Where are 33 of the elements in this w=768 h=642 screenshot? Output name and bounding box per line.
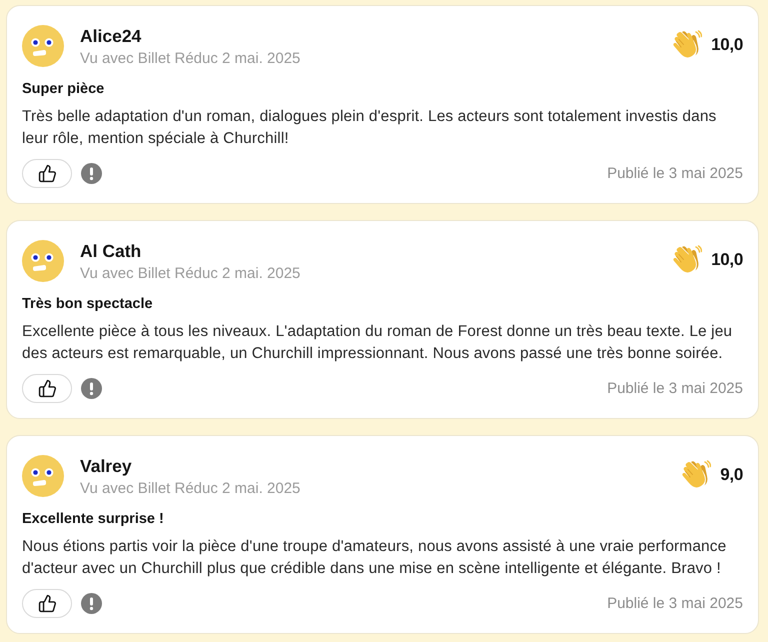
clapping-hands-icon — [672, 245, 702, 274]
emoji-face-icon — [22, 25, 64, 67]
exclamation-icon[interactable] — [81, 378, 102, 399]
emoji-face-icon — [22, 240, 64, 282]
like-button[interactable] — [22, 374, 72, 403]
review-text: Très belle adaptation d'un roman, dialogues plein d'esprit. Les acteurs sont totalement investis dans leur rôle, mention spéciale à Churchill! — [22, 107, 718, 149]
thumbs-up-icon — [38, 379, 56, 398]
exclamation-icon[interactable] — [81, 593, 102, 614]
exclamation-icon[interactable] — [81, 163, 102, 184]
review-text: Excellente pièce à tous les niveaux. L'adaptation du roman de Forest donne un très beau texte. Le jeu des acteurs est remarquable, un Churchill impressionnant. Nous avons passé une très bonne soirée. — [22, 322, 734, 364]
like-button[interactable] — [22, 159, 72, 188]
review-score: 9,0 — [720, 464, 743, 484]
review-score: 10,0 — [711, 250, 743, 270]
review-text: Nous étions partis voir la pièce d'une troupe d'amateurs, nous avons assisté à une vraie performance d'acteur avec un Churchill plus que crédible dans une mise en scène intelligente et élégante. Bravo ! — [22, 537, 728, 579]
ticket-info: Vu avec Billet Réduc 2 mai. 2025 — [80, 49, 302, 69]
ticket-info: Vu avec Billet Réduc 2 mai. 2025 — [80, 264, 302, 284]
like-button[interactable] — [22, 589, 72, 618]
thumbs-up-icon — [38, 594, 56, 613]
review-score: 10,0 — [711, 34, 743, 54]
thumbs-up-icon — [38, 164, 56, 183]
reviewer-name: Alice24 — [80, 25, 142, 48]
publish-date: Publié le 3 mai 2025 — [607, 380, 743, 397]
clapping-hands-icon — [672, 30, 702, 59]
review-title: Excellente surprise ! — [22, 510, 165, 529]
review-title: Très bon spectacle — [22, 295, 154, 314]
ticket-info: Vu avec Billet Réduc 2 mai. 2025 — [80, 479, 302, 499]
emoji-face-icon — [22, 455, 64, 497]
reviewer-name: Al Cath — [80, 240, 142, 263]
reviewer-name: Valrey — [80, 455, 133, 478]
clapping-hands-icon — [681, 460, 712, 489]
publish-date: Publié le 3 mai 2025 — [607, 595, 743, 612]
publish-date: Publié le 3 mai 2025 — [607, 165, 743, 182]
review-title: Super pièce — [22, 80, 106, 99]
